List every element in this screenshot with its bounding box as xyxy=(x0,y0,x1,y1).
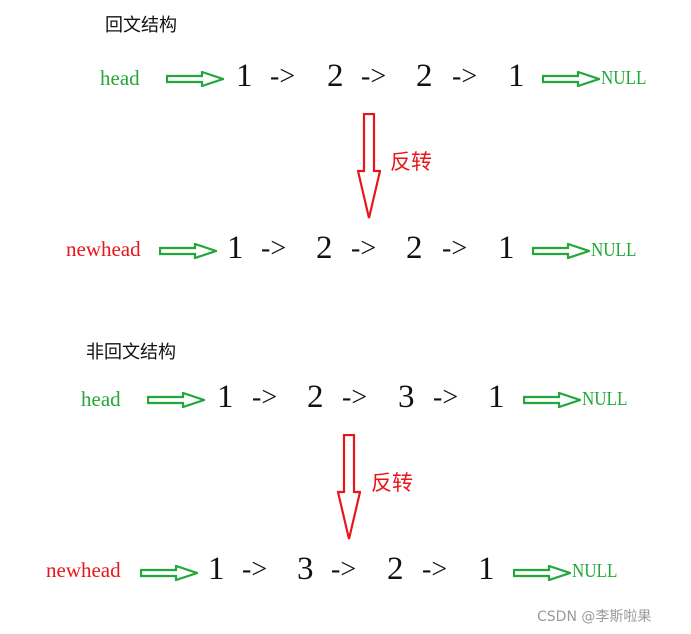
pointer-arrow-icon xyxy=(140,565,198,581)
pointer-arrow-icon xyxy=(523,392,581,408)
section-title-palindrome: 回文结构 xyxy=(105,15,177,36)
list-node: 2 xyxy=(307,379,324,415)
pointer-arrow-icon xyxy=(542,71,600,87)
list-node: 2 xyxy=(406,230,423,266)
list-node: 2 xyxy=(416,58,433,94)
pointer-arrow-icon xyxy=(166,71,224,87)
list-node: 1 xyxy=(208,551,225,587)
pointer-arrow-icon xyxy=(159,243,217,259)
list-node: 3 xyxy=(398,379,415,415)
reverse-down-arrow-icon xyxy=(337,434,361,540)
list-node: 1 xyxy=(498,230,515,266)
link-arrow: -> xyxy=(442,233,468,264)
link-arrow: -> xyxy=(331,554,357,585)
section-title-non-palindrome: 非回文结构 xyxy=(86,342,176,363)
pointer-arrow-icon xyxy=(513,565,571,581)
link-arrow: -> xyxy=(270,61,296,92)
list-node: 2 xyxy=(387,551,404,587)
pointer-arrow-icon xyxy=(532,243,590,259)
reverse-label: 反转 xyxy=(390,150,432,174)
reverse-label: 反转 xyxy=(371,471,413,495)
list-node: 1 xyxy=(508,58,525,94)
null-terminator: NULL xyxy=(582,388,628,410)
pointer-arrow-icon xyxy=(147,392,205,408)
reverse-down-arrow-icon xyxy=(357,113,381,219)
null-terminator: NULL xyxy=(601,67,647,89)
link-arrow: -> xyxy=(242,554,268,585)
head-label: head xyxy=(81,387,121,411)
link-arrow: -> xyxy=(252,382,278,413)
null-terminator: NULL xyxy=(591,239,637,261)
link-arrow: -> xyxy=(361,61,387,92)
list-node: 2 xyxy=(327,58,344,94)
list-node: 1 xyxy=(227,230,244,266)
list-node: 1 xyxy=(488,379,505,415)
newhead-label: newhead xyxy=(46,558,121,582)
head-label: head xyxy=(100,66,140,90)
link-arrow: -> xyxy=(433,382,459,413)
link-arrow: -> xyxy=(452,61,478,92)
link-arrow: -> xyxy=(261,233,287,264)
null-terminator: NULL xyxy=(572,560,618,582)
link-arrow: -> xyxy=(422,554,448,585)
newhead-label: newhead xyxy=(66,237,141,261)
list-node: 1 xyxy=(236,58,253,94)
link-arrow: -> xyxy=(342,382,368,413)
list-node: 3 xyxy=(297,551,314,587)
list-node: 2 xyxy=(316,230,333,266)
list-node: 1 xyxy=(217,379,234,415)
link-arrow: -> xyxy=(351,233,377,264)
watermark: CSDN @李斯啦果 xyxy=(537,609,652,625)
list-node: 1 xyxy=(478,551,495,587)
